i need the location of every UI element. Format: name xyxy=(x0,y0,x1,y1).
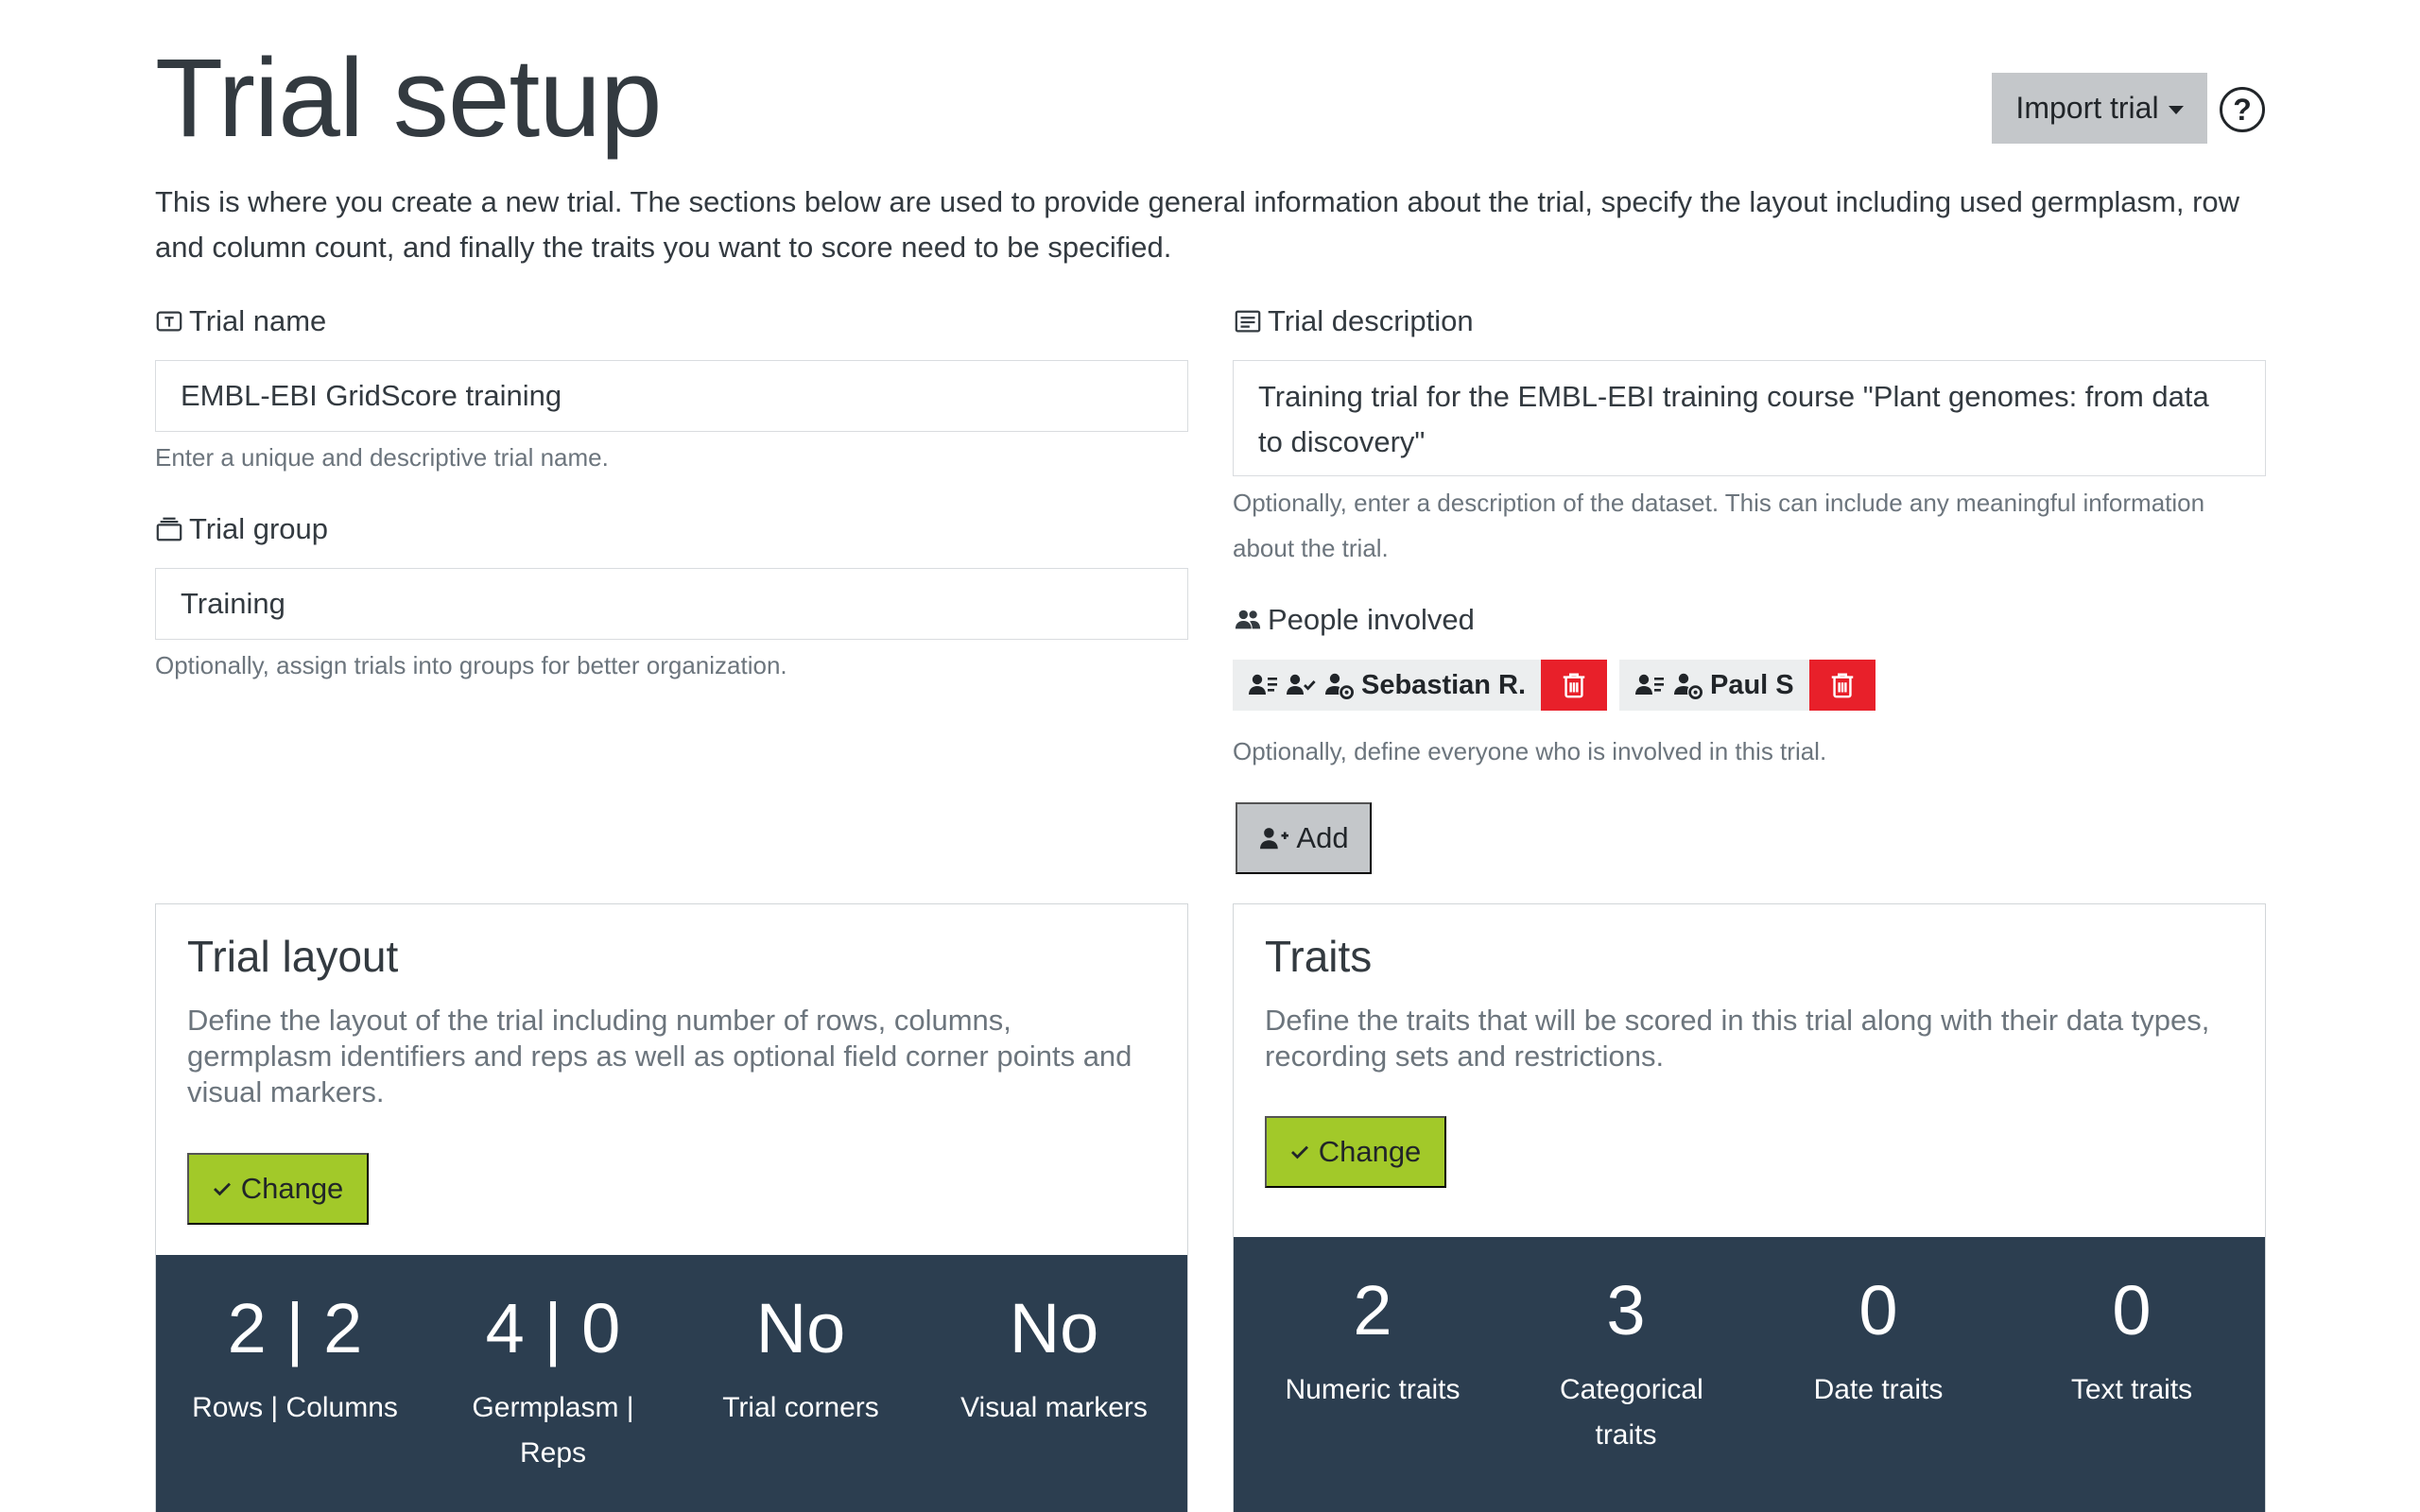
trial-description-help: Optionally, enter a description of the d… xyxy=(1233,489,2205,562)
stat-visual-markers: No Visual markers xyxy=(960,1289,1148,1424)
person-add-icon xyxy=(1260,828,1289,850)
trial-group-help: Optionally, assign trials into groups fo… xyxy=(155,651,787,679)
check-icon xyxy=(213,1182,231,1196)
intro-text: This is where you create a new trial. Th… xyxy=(155,185,2240,264)
traits-card: Traits Define the traits that will be sc… xyxy=(1233,903,2266,1512)
caret-down-icon xyxy=(2168,106,2184,114)
card-description: Define the layout of the trial including… xyxy=(187,1004,1132,1108)
stat-germplasm-reps: 4 | 0 Germplasm | Reps xyxy=(472,1289,634,1469)
change-traits-button[interactable]: Change xyxy=(1265,1116,1446,1188)
delete-person-button[interactable] xyxy=(1808,660,1876,711)
people-icon xyxy=(1235,610,1261,629)
help-circle-icon[interactable]: ? xyxy=(2220,87,2265,132)
trial-name-help: Enter a unique and descriptive trial nam… xyxy=(155,443,609,472)
card-description: Define the traits that will be scored in… xyxy=(1265,1004,2210,1073)
trial-description-textarea[interactable]: Training trial for the EMBL-EBI training… xyxy=(1233,360,2266,476)
person-list-icon[interactable] xyxy=(1634,670,1665,700)
person-gear-icon[interactable] xyxy=(1323,670,1354,700)
trial-name-input[interactable] xyxy=(155,360,1188,432)
person-name: Sebastian R. xyxy=(1361,669,1527,700)
people-label: People involved xyxy=(1234,603,1475,637)
person-check-icon[interactable] xyxy=(1286,670,1316,700)
trial-description-label: Trial description xyxy=(1234,304,1474,338)
layout-stats-panel: 2 | 2 Rows | Columns 4 | 0 Germplasm | R… xyxy=(156,1255,1187,1512)
description-icon xyxy=(1235,310,1261,333)
import-trial-button[interactable]: Import trial xyxy=(1992,73,2207,144)
trash-icon xyxy=(1831,673,1853,698)
card-title: Trial layout xyxy=(187,932,399,981)
person-chip-paul: Paul S xyxy=(1619,660,1876,711)
change-layout-button[interactable]: Change xyxy=(187,1153,369,1225)
people-help: Optionally, define everyone who is invol… xyxy=(1233,737,1827,765)
trial-group-input[interactable] xyxy=(155,568,1188,640)
card-title: Traits xyxy=(1265,932,1373,981)
stat-rows-columns: 2 | 2 Rows | Columns xyxy=(192,1289,398,1424)
delete-person-button[interactable] xyxy=(1541,660,1608,711)
import-trial-label: Import trial xyxy=(2015,91,2159,125)
trial-name-label: Trial name xyxy=(155,304,326,338)
trial-layout-card: Trial layout Define the layout of the tr… xyxy=(155,903,1188,1512)
person-list-icon[interactable] xyxy=(1248,670,1278,700)
add-person-button[interactable]: Add xyxy=(1236,802,1372,874)
person-name: Paul S xyxy=(1710,669,1794,700)
page-title: Trial setup xyxy=(155,36,662,161)
check-icon xyxy=(1290,1145,1308,1160)
person-chip-sebastian: Sebastian R. xyxy=(1233,660,1608,711)
stat-trial-corners: No Trial corners xyxy=(722,1289,879,1424)
trial-group-label: Trial group xyxy=(155,512,328,546)
stat-categorical-traits: 3 Categorical traits xyxy=(1560,1271,1703,1452)
add-person-label: Add xyxy=(1296,821,1349,854)
tag-icon xyxy=(156,311,182,332)
person-gear-icon[interactable] xyxy=(1672,670,1703,700)
group-box-icon xyxy=(156,517,182,541)
stat-text-traits: 0 Text traits xyxy=(2070,1271,2193,1406)
stat-numeric-traits: 2 Numeric traits xyxy=(1285,1271,1461,1406)
trash-icon xyxy=(1563,673,1585,698)
traits-stats-panel: 2 Numeric traits 3 Categorical traits 0 … xyxy=(1234,1237,2265,1512)
stat-date-traits: 0 Date traits xyxy=(1813,1271,1944,1406)
